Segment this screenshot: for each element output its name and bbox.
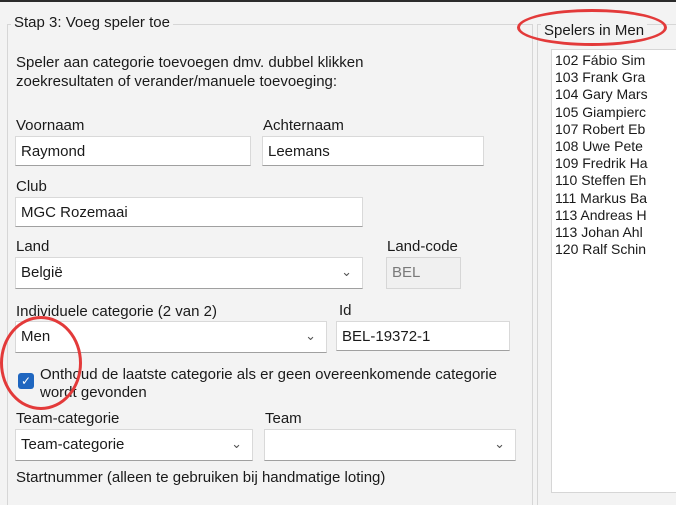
landcode-field: BEL: [386, 257, 461, 289]
id-label: Id: [339, 302, 352, 319]
list-item[interactable]: 107 Robert Eb: [552, 121, 676, 138]
landcode-label: Land-code: [387, 238, 458, 255]
highlight-oval-category: [0, 316, 82, 410]
voornaam-field[interactable]: Raymond: [15, 136, 251, 166]
team-select[interactable]: ⌄: [264, 429, 516, 461]
club-field[interactable]: MGC Rozemaai: [15, 197, 363, 227]
achternaam-label: Achternaam: [263, 117, 344, 134]
land-select[interactable]: België ⌄: [15, 257, 363, 289]
team-category-label: Team-categorie: [16, 410, 120, 427]
team-category-value: Team-categorie: [21, 436, 125, 453]
list-item[interactable]: 111 Markus Ba: [552, 190, 676, 207]
instructions-text: Speler aan categorie toevoegen dmv. dubb…: [16, 54, 364, 90]
players-list[interactable]: 102 Fábio Sim 103 Frank Gra 104 Gary Mars 1…: [551, 49, 676, 493]
list-item[interactable]: 104 Gary Mars: [552, 86, 676, 103]
list-item[interactable]: 108 Uwe Pete: [552, 138, 676, 155]
land-select-value: België: [21, 264, 63, 281]
highlight-oval-players-title: [517, 9, 667, 46]
id-field[interactable]: BEL-19372-1: [336, 321, 510, 351]
list-item[interactable]: 102 Fábio Sim: [552, 52, 676, 69]
land-label: Land: [16, 238, 50, 255]
voornaam-label: Voornaam: [16, 117, 85, 134]
chevron-down-icon: ⌄: [494, 436, 505, 451]
list-item[interactable]: 103 Frank Gra: [552, 69, 676, 86]
team-category-select[interactable]: Team-categorie ⌄: [15, 429, 253, 461]
window-top-border: [0, 0, 676, 2]
list-item[interactable]: 109 Fredrik Ha: [552, 155, 676, 172]
chevron-down-icon: ⌄: [305, 328, 316, 343]
remember-category-label: Onthoud de laatste categorie als er geen…: [40, 366, 497, 401]
chevron-down-icon: ⌄: [231, 436, 242, 451]
list-item[interactable]: 113 Andreas H: [552, 207, 676, 224]
list-item[interactable]: 120 Ralf Schin: [552, 241, 676, 258]
achternaam-field[interactable]: Leemans: [262, 136, 484, 166]
list-item[interactable]: 105 Giampierc: [552, 104, 676, 121]
chevron-down-icon: ⌄: [341, 264, 352, 279]
list-item[interactable]: 113 Johan Ahl: [552, 224, 676, 241]
team-label: Team: [265, 410, 302, 427]
startnummer-label: Startnummer (alleen te gebruiken bij han…: [16, 469, 386, 486]
club-label: Club: [16, 178, 47, 195]
add-player-group-title: Stap 3: Voeg speler toe: [11, 14, 173, 31]
list-item[interactable]: 110 Steffen Eh: [552, 172, 676, 189]
